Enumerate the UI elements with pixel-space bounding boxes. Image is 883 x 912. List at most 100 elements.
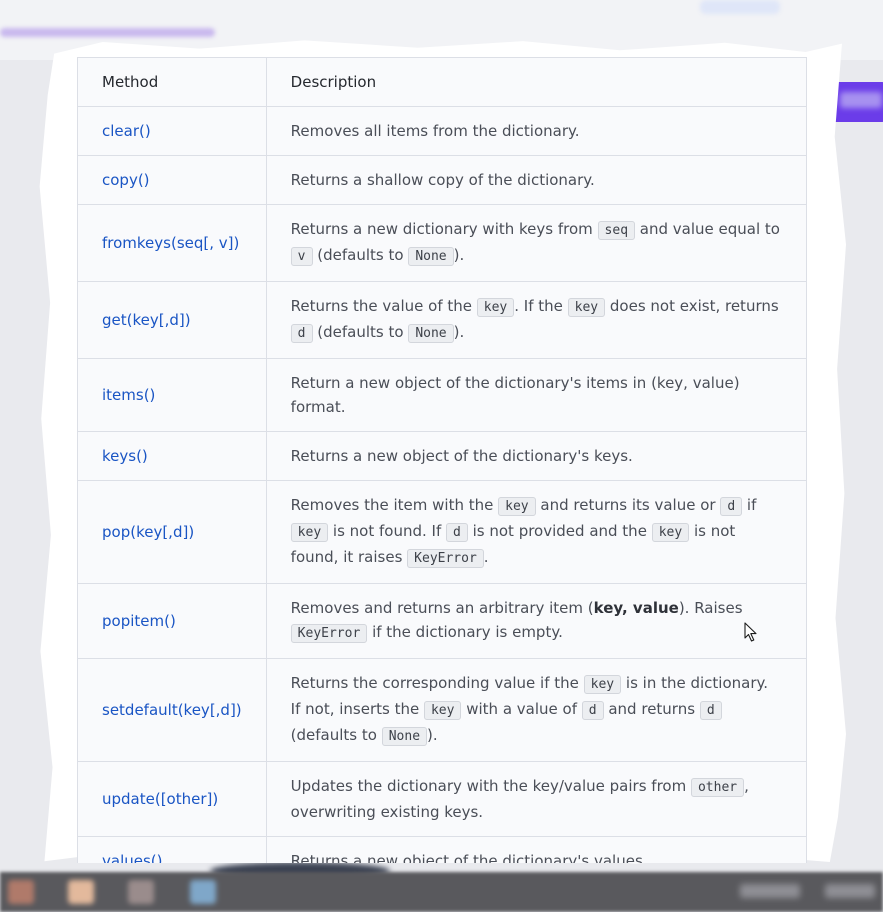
table-row: values() Returns a new object of the dict…	[77, 836, 807, 863]
description-text: (defaults to	[290, 726, 382, 744]
method-description: Updates the dictionary with the key/valu…	[265, 761, 807, 837]
description-text: ).	[427, 726, 438, 744]
table-row: copy() Returns a shallow copy of the dict…	[77, 155, 807, 205]
description-text: Returns a new object of the dictionary's…	[290, 852, 643, 863]
method-link[interactable]: copy()	[77, 155, 267, 205]
column-header-method: Method	[77, 57, 267, 107]
method-link[interactable]: values()	[77, 836, 267, 863]
progress-bar	[0, 28, 215, 37]
taskbar-app-icon[interactable]	[68, 880, 94, 904]
description-text: if the dictionary is empty.	[367, 623, 563, 641]
description-text: with a value of	[461, 700, 582, 718]
description-text: Returns a shallow copy of the dictionary…	[290, 171, 595, 189]
description-text: is not provided and the	[467, 522, 652, 540]
table-row: pop(key[,d]) Removes the item with the ke…	[77, 480, 807, 584]
header-button[interactable]	[700, 0, 780, 14]
taskbar	[0, 872, 883, 912]
description-text: Removes the item with the	[290, 496, 499, 514]
method-link[interactable]: update([other])	[77, 761, 267, 837]
inline-code: d	[581, 701, 604, 720]
inline-code: v	[290, 247, 313, 266]
table-row: fromkeys(seq[, v]) Returns a new dictiona…	[77, 204, 807, 282]
inline-code: None	[408, 247, 454, 266]
table-row: get(key[,d]) Returns the value of the key…	[77, 281, 807, 359]
description-text: and returns	[603, 700, 700, 718]
description-text: Returns a new dictionary with keys from	[290, 220, 598, 238]
method-description: Removes and returns an arbitrary item (k…	[265, 583, 807, 659]
inline-code: d	[446, 523, 468, 542]
description-text: (defaults to	[312, 246, 409, 264]
description-text: does not exist, returns	[605, 297, 779, 315]
description-text: (defaults to	[312, 323, 409, 341]
taskbar-app-icon[interactable]	[8, 880, 34, 904]
table-row: keys() Returns a new object of the dictio…	[77, 431, 807, 481]
description-text: if	[742, 496, 757, 514]
inline-code: key	[567, 298, 606, 317]
table-body: clear() Removes all items from the dictio…	[77, 106, 807, 863]
inline-code: d	[720, 497, 743, 516]
method-description: Returns a new object of the dictionary's…	[265, 836, 807, 863]
description-text: is not found. If	[328, 522, 447, 540]
description-text: ).	[453, 246, 465, 264]
method-description: Returns a new dictionary with keys from …	[265, 204, 807, 282]
method-description: Returns a shallow copy of the dictionary…	[265, 155, 807, 205]
method-link[interactable]: fromkeys(seq[, v])	[77, 204, 267, 282]
inline-code: d	[290, 324, 313, 343]
method-description: Returns the corresponding value if the k…	[265, 658, 807, 762]
inline-code: key	[583, 675, 622, 694]
description-text: ). Raises	[678, 599, 743, 617]
method-link[interactable]: get(key[,d])	[77, 281, 267, 359]
description-text: Updates the dictionary with the key/valu…	[290, 777, 691, 795]
method-link[interactable]: clear()	[77, 106, 267, 156]
inline-code: key	[290, 523, 329, 542]
description-text: .	[483, 548, 489, 566]
method-link[interactable]: keys()	[77, 431, 267, 481]
clock-area[interactable]	[825, 884, 875, 898]
column-header-description: Description	[265, 57, 807, 107]
description-text: Returns a new object of the dictionary's…	[290, 447, 633, 465]
inline-code: KeyError	[407, 549, 484, 568]
table-row: popitem() Removes and returns an arbitrar…	[77, 583, 807, 659]
description-text: Returns the value of the	[290, 297, 477, 315]
inline-code: d	[699, 701, 722, 720]
inline-code: key	[423, 701, 462, 720]
inline-code: None	[381, 727, 428, 746]
table-row: items() Return a new object of the dictio…	[77, 358, 807, 432]
accent-button-label	[840, 92, 882, 108]
table-header-row: Method Description	[77, 57, 807, 107]
taskbar-app-icon[interactable]	[190, 880, 216, 904]
table-row: clear() Removes all items from the dictio…	[77, 106, 807, 156]
dictionary-methods-table: Method Description clear() Removes all it…	[77, 57, 807, 863]
description-text: ).	[453, 323, 465, 341]
description-text: . If the	[514, 297, 568, 315]
inline-code: key	[498, 497, 536, 516]
description-text: and value equal to	[635, 220, 780, 238]
method-description: Removes all items from the dictionary.	[265, 106, 807, 156]
description-text: and returns its value or	[535, 496, 721, 514]
inline-code: other	[690, 778, 745, 797]
inline-code: seq	[597, 221, 636, 240]
inline-code: key	[476, 298, 515, 317]
inline-code: KeyError	[290, 624, 368, 643]
mouse-pointer-icon	[744, 622, 757, 642]
inline-code: key	[651, 523, 690, 542]
methods-table-container: Method Description clear() Removes all it…	[77, 57, 807, 863]
method-description: Removes the item with the key and return…	[265, 480, 807, 584]
description-text: Return a new object of the dictionary's …	[290, 374, 740, 416]
method-description: Returns the value of the key. If the key…	[265, 281, 807, 359]
description-text: Removes and returns an arbitrary item (	[290, 599, 594, 617]
bold-text: key, value	[593, 599, 679, 617]
method-link[interactable]: pop(key[,d])	[77, 480, 267, 584]
system-tray[interactable]	[740, 884, 800, 898]
description-text: Returns the corresponding value if the	[290, 674, 584, 692]
taskbar-app-icon[interactable]	[128, 880, 154, 904]
method-link[interactable]: setdefault(key[,d])	[77, 658, 267, 762]
method-link[interactable]: popitem()	[77, 583, 267, 659]
method-link[interactable]: items()	[77, 358, 267, 432]
description-text: Removes all items from the dictionary.	[290, 122, 580, 140]
inline-code: None	[408, 324, 454, 343]
table-row: update([other]) Updates the dictionary wi…	[77, 761, 807, 837]
method-description: Return a new object of the dictionary's …	[265, 358, 807, 432]
method-description: Returns a new object of the dictionary's…	[265, 431, 807, 481]
table-row: setdefault(key[,d]) Returns the correspon…	[77, 658, 807, 762]
